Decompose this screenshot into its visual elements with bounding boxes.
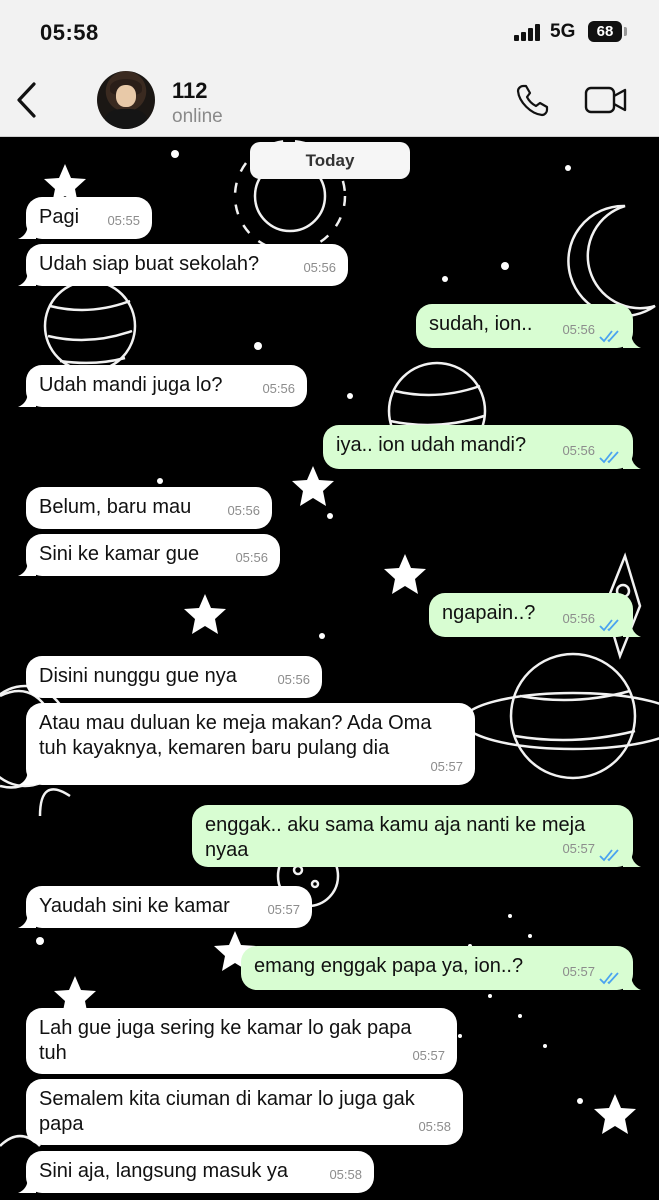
message-time: 05:56 xyxy=(303,260,336,275)
date-divider: Today xyxy=(250,142,410,179)
message-time: 05:55 xyxy=(107,213,140,228)
message-text: Sini ke kamar gue xyxy=(39,543,200,565)
message-time: 05:57 xyxy=(562,841,595,856)
message-text: iya.. ion udah mandi? xyxy=(336,434,527,456)
message-incoming[interactable]: Disini nunggu gue nya 05:56 xyxy=(26,656,322,698)
message-incoming[interactable]: Lah gue juga sering ke kamar lo gak papa… xyxy=(26,1008,457,1074)
message-text: sudah, ion.. xyxy=(429,313,533,335)
read-ticks-icon xyxy=(599,972,619,985)
message-text: Lah gue juga sering ke kamar lo gak papa… xyxy=(39,1017,412,1064)
message-text: enggak.. aku sama kamu aja nanti ke meja… xyxy=(205,814,586,861)
message-text: Udah mandi juga lo? xyxy=(39,374,223,396)
voice-call-button[interactable] xyxy=(515,82,551,118)
read-ticks-icon xyxy=(599,451,619,464)
message-incoming[interactable]: Udah siap buat sekolah? 05:56 xyxy=(18,244,348,286)
back-button[interactable] xyxy=(10,80,44,120)
battery-icon: 68 xyxy=(588,21,622,42)
message-text: emang enggak papa ya, ion..? xyxy=(254,955,524,977)
avatar[interactable] xyxy=(97,71,155,129)
chat-header: 05:58 5G 68 112 online xyxy=(0,0,659,137)
contact-status: online xyxy=(172,106,223,127)
message-incoming[interactable]: Belum, baru mau 05:56 xyxy=(26,487,272,529)
message-text: Disini nunggu gue nya xyxy=(39,665,237,687)
message-time: 05:56 xyxy=(262,381,295,396)
phone-icon xyxy=(516,84,549,117)
chevron-left-icon xyxy=(17,82,36,118)
message-incoming[interactable]: Yaudah sini ke kamar 05:57 xyxy=(18,886,312,928)
message-incoming[interactable]: Udah mandi juga lo? 05:56 xyxy=(18,365,307,407)
message-time: 05:56 xyxy=(227,503,260,518)
message-incoming[interactable]: Sini aja, langsung masuk ya 05:58 xyxy=(18,1151,374,1193)
message-outgoing[interactable]: ngapain..? 05:56 xyxy=(429,593,641,637)
message-text: Belum, baru mau xyxy=(39,496,192,518)
read-ticks-icon xyxy=(599,330,619,343)
message-time: 05:58 xyxy=(329,1167,362,1182)
message-time: 05:58 xyxy=(418,1119,451,1134)
network-label: 5G xyxy=(550,21,576,42)
message-text: Udah siap buat sekolah? xyxy=(39,253,260,275)
contact-name[interactable]: 112 xyxy=(172,78,208,104)
message-time: 05:56 xyxy=(277,672,310,687)
message-text: Semalem kita ciuman di kamar lo juga gak… xyxy=(39,1088,415,1135)
message-text: Sini aja, langsung masuk ya xyxy=(39,1160,289,1182)
video-camera-icon xyxy=(584,86,627,114)
message-time: 05:56 xyxy=(562,322,595,337)
message-time: 05:57 xyxy=(267,902,300,917)
message-outgoing[interactable]: sudah, ion.. 05:56 xyxy=(416,304,641,348)
read-ticks-icon xyxy=(599,619,619,632)
status-time: 05:58 xyxy=(40,20,99,45)
message-time: 05:57 xyxy=(412,1048,445,1063)
message-time: 05:57 xyxy=(430,759,463,774)
message-time: 05:56 xyxy=(562,443,595,458)
read-ticks-icon xyxy=(599,849,619,862)
message-outgoing[interactable]: emang enggak papa ya, ion..? 05:57 xyxy=(241,946,641,990)
battery-tip xyxy=(624,27,627,36)
message-incoming[interactable]: Semalem kita ciuman di kamar lo juga gak… xyxy=(26,1079,463,1145)
signal-icon xyxy=(514,23,544,41)
message-text: Pagi xyxy=(39,206,80,228)
video-call-button[interactable] xyxy=(584,85,628,115)
message-text: ngapain..? xyxy=(442,602,536,624)
message-text: Atau mau duluan ke meja makan? Ada Oma t… xyxy=(39,712,432,759)
message-time: 05:57 xyxy=(562,964,595,979)
message-outgoing[interactable]: enggak.. aku sama kamu aja nanti ke meja… xyxy=(192,805,641,867)
message-incoming[interactable]: Pagi 05:55 xyxy=(18,197,152,239)
message-outgoing[interactable]: iya.. ion udah mandi? 05:56 xyxy=(323,425,641,469)
message-time: 05:56 xyxy=(562,611,595,626)
message-text: Yaudah sini ke kamar xyxy=(39,895,230,917)
message-time: 05:56 xyxy=(235,550,268,565)
message-incoming[interactable]: Sini ke kamar gue 05:56 xyxy=(18,534,280,576)
message-incoming[interactable]: Atau mau duluan ke meja makan? Ada Oma t… xyxy=(18,703,475,785)
